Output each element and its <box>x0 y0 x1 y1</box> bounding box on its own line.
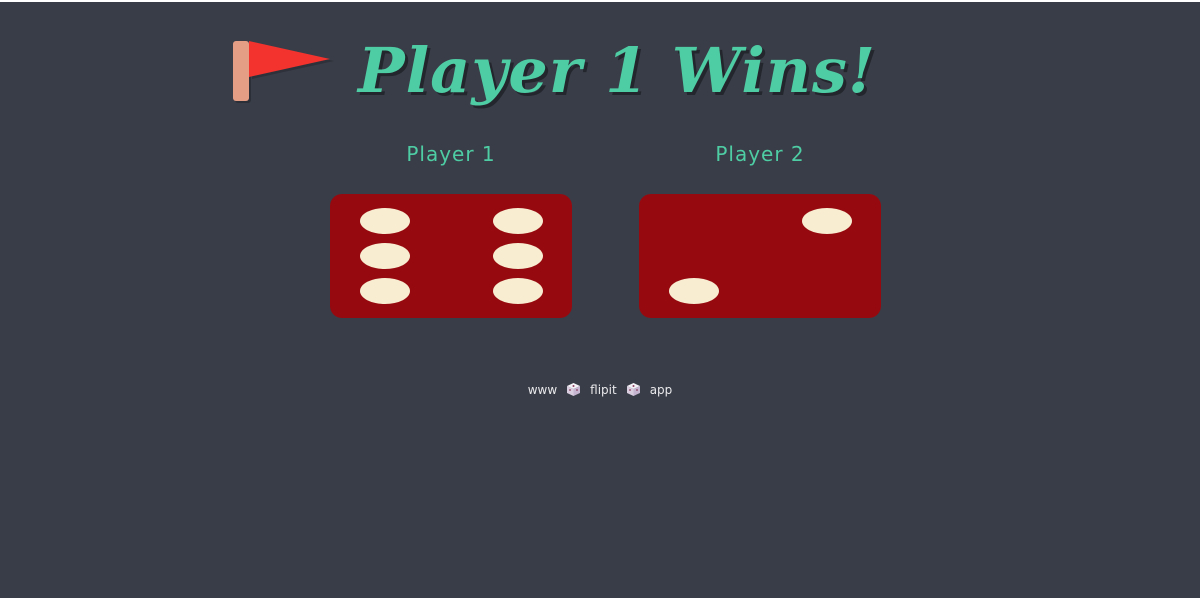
die-pip <box>669 278 719 304</box>
footer-part-app: app <box>649 382 673 397</box>
player-2-label: Player 2 <box>715 142 805 166</box>
die-pip <box>802 208 852 234</box>
die-pip <box>493 243 543 269</box>
footer-url: www flipit app <box>0 382 1200 397</box>
player-2-die <box>639 194 881 318</box>
die-pip <box>360 278 410 304</box>
red-flag-icon <box>222 35 342 105</box>
winner-banner: Player 1 Wins! <box>222 30 876 110</box>
footer-part-flipit: flipit <box>590 382 617 397</box>
die-pip <box>360 208 410 234</box>
dice-icon <box>626 382 641 397</box>
game-screen: Player 1 Wins! Player 1 Player 2 www fli… <box>0 2 1200 598</box>
die-pip <box>493 208 543 234</box>
die-pip <box>360 243 410 269</box>
winner-title: Player 1 Wins! <box>358 33 877 107</box>
player-1-die <box>330 194 572 318</box>
dice-icon <box>566 382 581 397</box>
player-1-label: Player 1 <box>406 142 496 166</box>
die-pip <box>493 278 543 304</box>
footer-part-www: www <box>527 382 558 397</box>
